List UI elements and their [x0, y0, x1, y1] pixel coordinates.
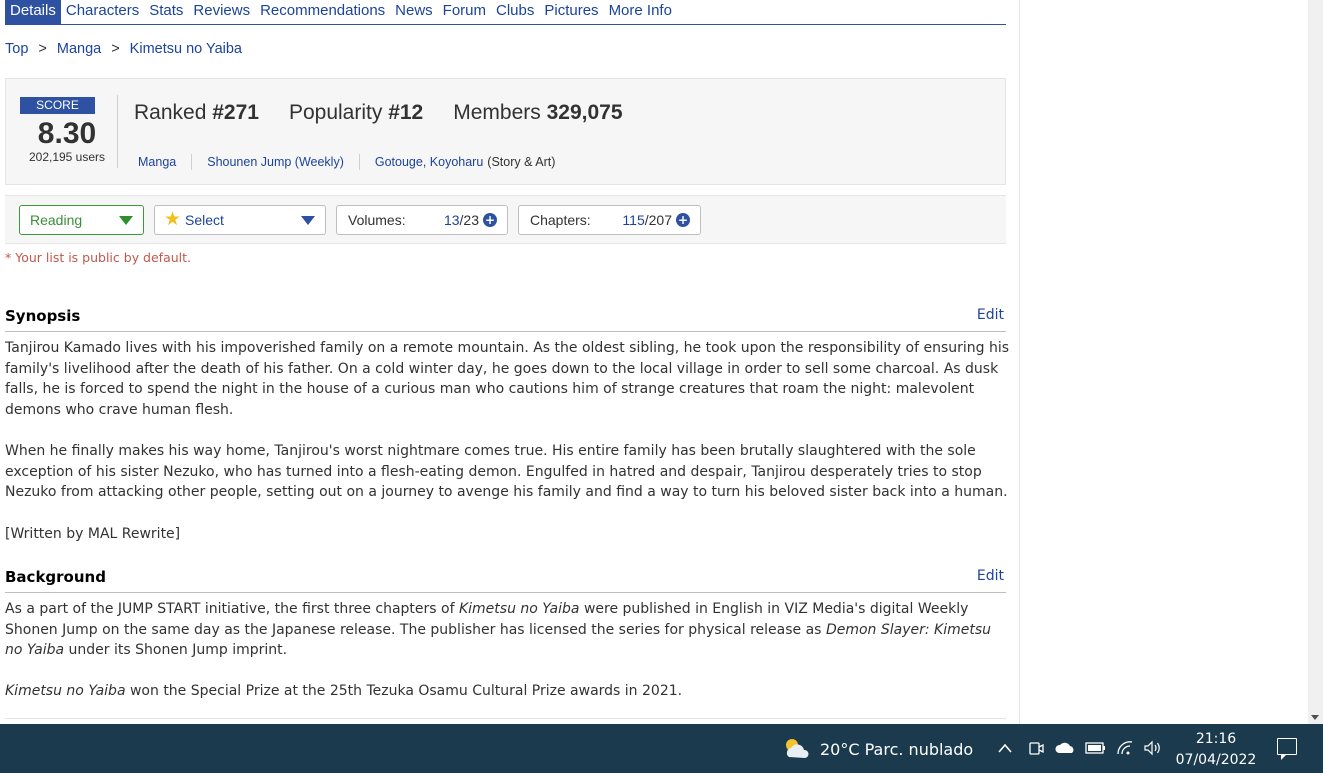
type-link[interactable]: Manga — [138, 155, 176, 169]
tab-details[interactable]: Details — [5, 0, 61, 24]
tab-characters[interactable]: Characters — [61, 0, 144, 24]
tab-pictures[interactable]: Pictures — [539, 0, 603, 24]
breadcrumb: Top > Manga > Kimetsu no Yaiba — [5, 41, 242, 57]
volumes-counter: Volumes: 13/23 + — [336, 205, 508, 235]
ranked-label: Ranked — [134, 101, 207, 124]
breadcrumb-title[interactable]: Kimetsu no Yaiba — [130, 41, 242, 57]
onedrive-icon[interactable] — [1055, 742, 1076, 754]
tab-reviews[interactable]: Reviews — [188, 0, 255, 24]
clock-date: 07/04/2022 — [1175, 752, 1257, 768]
status-value: Reading — [30, 212, 83, 228]
volumes-count: 13/23 — [444, 212, 479, 228]
volumes-label: Volumes: — [348, 212, 406, 228]
chapters-increment-icon[interactable]: + — [676, 213, 690, 227]
synopsis-paragraph: When he finally makes his way home, Tanj… — [5, 443, 1008, 501]
stats-panel: SCORE 8.30 202,195 users Ranked #271 Pop… — [5, 78, 1006, 185]
volume-icon[interactable] — [1143, 740, 1163, 756]
main-content: Details Characters Stats Reviews Recomme… — [0, 0, 1020, 724]
tab-bar: Details Characters Stats Reviews Recomme… — [5, 0, 1006, 25]
dropdown-arrow-icon — [119, 216, 133, 225]
tab-forum[interactable]: Forum — [438, 0, 491, 24]
score-users: 202,195 users — [28, 150, 106, 164]
synopsis-credit: [Written by MAL Rewrite] — [5, 526, 181, 542]
taskbar: 20°C Parc. nublado 21:16 07/04/2022 — [0, 724, 1323, 773]
star-icon: ★ — [164, 209, 182, 230]
members-label: Members — [453, 101, 541, 124]
score-block: SCORE 8.30 202,195 users — [19, 97, 115, 164]
popularity-value: #12 — [388, 101, 424, 124]
wifi-icon[interactable] — [1116, 740, 1134, 756]
chevron-up-icon[interactable] — [997, 742, 1013, 754]
list-controls: Reading ★ Select Volumes: 13/23 + Chapte… — [5, 195, 1006, 244]
volumes-total: /23 — [459, 212, 479, 228]
status-dropdown[interactable]: Reading — [19, 205, 144, 235]
scrollbar[interactable] — [1308, 0, 1323, 724]
weather-text[interactable]: 20°C Parc. nublado — [820, 740, 973, 759]
ranked-stat: Ranked #271 — [134, 101, 259, 125]
volumes-read-input[interactable]: 13 — [444, 212, 460, 228]
dropdown-arrow-icon — [301, 216, 315, 225]
info-row: Manga Shounen Jump (Weekly) Gotouge, Koy… — [138, 154, 555, 170]
clock[interactable]: 21:16 07/04/2022 — [1170, 729, 1262, 771]
synopsis-title: Synopsis — [5, 307, 81, 325]
popularity-label: Popularity — [288, 101, 383, 124]
chapters-total: /207 — [644, 212, 672, 228]
popularity-stat: Popularity #12 — [289, 101, 423, 125]
divider — [117, 95, 118, 168]
clock-time: 21:16 — [1195, 731, 1237, 747]
synopsis-header: Synopsis Edit — [5, 307, 1006, 332]
author-role: (Story & Art) — [487, 155, 556, 169]
background-edit-link[interactable]: Edit — [977, 568, 1004, 584]
divider — [5, 718, 1006, 719]
public-note: * Your list is public by default. — [5, 250, 192, 265]
background-paragraph: Kimetsu no Yaiba won the Special Prize a… — [5, 683, 683, 699]
ranked-value: #271 — [212, 101, 259, 124]
members-value: 329,075 — [546, 101, 623, 124]
breadcrumb-top[interactable]: Top — [5, 41, 28, 57]
score-value: 8.30 — [37, 117, 97, 150]
notification-icon[interactable] — [1277, 738, 1297, 760]
volumes-increment-icon[interactable]: + — [483, 213, 497, 227]
author-link[interactable]: Gotouge, Koyoharu — [375, 155, 483, 169]
partly-cloudy-icon[interactable] — [781, 735, 811, 761]
synopsis-paragraph: Tanjirou Kamado lives with his impoveris… — [5, 340, 1010, 419]
score-label: SCORE — [20, 97, 95, 114]
scroll-down-icon[interactable] — [1311, 715, 1319, 720]
chapters-counter: Chapters: 115/207 + — [518, 205, 701, 235]
chapters-count: 115/207 — [622, 212, 672, 228]
divider — [358, 154, 360, 170]
background-header: Background Edit — [5, 568, 1006, 593]
breadcrumb-separator: > — [38, 41, 47, 57]
serialization-link[interactable]: Shounen Jump (Weekly) — [207, 155, 344, 169]
battery-icon[interactable] — [1085, 741, 1107, 755]
synopsis-edit-link[interactable]: Edit — [977, 307, 1004, 323]
tab-more-info[interactable]: More Info — [604, 0, 677, 24]
meet-now-icon[interactable] — [1028, 740, 1044, 756]
right-column — [1019, 0, 1308, 724]
breadcrumb-separator: > — [111, 41, 120, 57]
tab-recommendations[interactable]: Recommendations — [255, 0, 390, 24]
tab-news[interactable]: News — [390, 0, 438, 24]
chapters-label: Chapters: — [530, 212, 591, 228]
chapters-read-input[interactable]: 115 — [622, 212, 644, 228]
breadcrumb-manga[interactable]: Manga — [57, 41, 101, 57]
tab-clubs[interactable]: Clubs — [491, 0, 539, 24]
score-select-value: Select — [185, 212, 224, 228]
tab-stats[interactable]: Stats — [144, 0, 188, 24]
score-dropdown[interactable]: ★ Select — [154, 205, 326, 235]
divider — [191, 154, 193, 170]
rank-row: Ranked #271 Popularity #12 Members 329,0… — [134, 101, 623, 125]
background-paragraph: As a part of the JUMP START initiative, … — [5, 601, 992, 659]
background-title: Background — [5, 568, 106, 586]
members-stat: Members 329,075 — [453, 101, 622, 125]
